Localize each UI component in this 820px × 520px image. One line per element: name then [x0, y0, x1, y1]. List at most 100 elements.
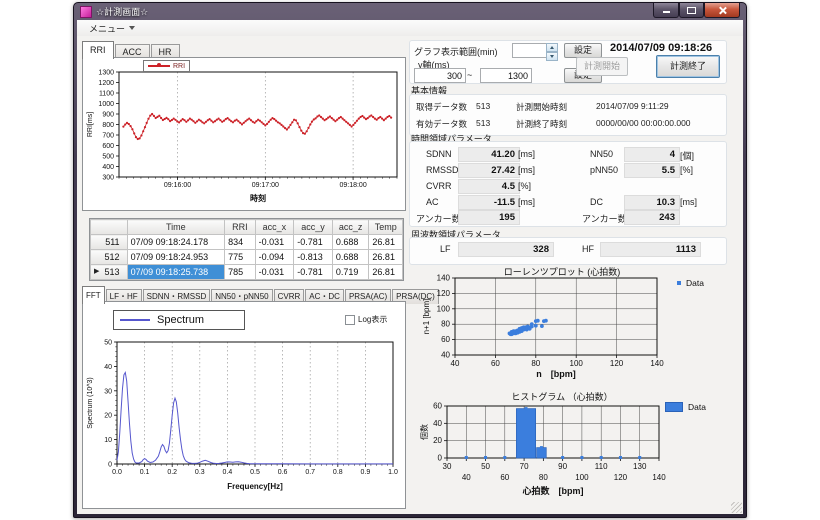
cell-acc_z[interactable]: 0.688 — [332, 235, 369, 250]
titlebar[interactable]: ☆計測画面☆ — [74, 3, 746, 20]
svg-text:09:16:00: 09:16:00 — [164, 182, 191, 189]
spectrum-chart-panel: Spectrum Log表示 010203040500.00.10.20.30.… — [82, 301, 406, 509]
row-number: 513 — [105, 267, 120, 277]
cell-rri[interactable]: 785 — [225, 265, 255, 280]
cell-acc_x[interactable]: -0.031 — [255, 265, 294, 280]
table-row[interactable]: 51107/09 09:18:24.178834-0.031-0.7810.68… — [91, 235, 403, 250]
svg-text:500: 500 — [102, 154, 114, 161]
column-header-temp[interactable]: Temp — [369, 220, 403, 235]
param-field: 41.20 — [458, 147, 520, 162]
param-label-AC: AC — [426, 197, 439, 207]
cell-acc_z[interactable]: 0.688 — [332, 250, 369, 265]
svg-text:30: 30 — [104, 388, 112, 395]
lorenz-legend: Data — [677, 278, 704, 288]
client-area: RRIACCHR RRI 300400500600700800900100011… — [77, 36, 743, 514]
window-title: ☆計測画面☆ — [96, 5, 148, 18]
svg-text:0.6: 0.6 — [278, 469, 288, 476]
cell-acc_y[interactable]: -0.781 — [294, 235, 333, 250]
graph-range-input[interactable] — [512, 43, 550, 58]
table-row[interactable]: 51207/09 09:18:24.953775-0.094-0.8130.68… — [91, 250, 403, 265]
cell-rri[interactable]: 834 — [225, 235, 255, 250]
svg-text:50: 50 — [104, 340, 112, 347]
row-header[interactable]: 512 — [91, 250, 128, 265]
svg-text:80: 80 — [441, 320, 450, 329]
row-header[interactable]: ▶513 — [91, 265, 128, 280]
column-header-rri[interactable]: RRI — [225, 220, 255, 235]
cell-acc_x[interactable]: -0.031 — [255, 235, 294, 250]
start-measure-button[interactable]: 計測開始 — [576, 57, 628, 76]
cell-acc_y[interactable]: -0.781 — [294, 265, 333, 280]
cell-acc_x[interactable]: -0.094 — [255, 250, 294, 265]
svg-text:0.3: 0.3 — [195, 469, 205, 476]
svg-text:60: 60 — [433, 402, 442, 411]
checkbox-icon — [345, 315, 355, 325]
param-label-DC: DC — [590, 197, 603, 207]
cell-temp[interactable]: 26.81 — [369, 250, 403, 265]
spinner-down-icon[interactable] — [546, 52, 558, 61]
param-label-NN50: NN50 — [590, 149, 613, 159]
info-value: 0000/00/00 00:00:00.000 — [596, 118, 691, 128]
rri-line-chart: 300400500600700800900100011001200130009:… — [83, 58, 405, 215]
resize-grip[interactable] — [731, 502, 742, 513]
histogram-legend-marker-icon — [665, 402, 683, 412]
cell-time[interactable]: 07/09 09:18:25.738 — [127, 265, 225, 280]
param-field: 27.42 — [458, 163, 520, 178]
svg-text:110: 110 — [595, 462, 608, 471]
svg-text:800: 800 — [102, 122, 114, 129]
log-display-label: Log表示 — [358, 314, 387, 325]
rri-legend-line-icon — [148, 65, 170, 67]
column-header-acc_y[interactable]: acc_y — [294, 220, 333, 235]
svg-text:300: 300 — [102, 175, 114, 182]
cell-acc_y[interactable]: -0.813 — [294, 250, 333, 265]
svg-text:100: 100 — [437, 304, 451, 313]
svg-text:Spectrum (10^3): Spectrum (10^3) — [87, 377, 94, 429]
table-row[interactable]: ▶51307/09 09:18:25.738785-0.031-0.7810.7… — [91, 265, 403, 280]
param-unit: [個] — [680, 149, 694, 162]
cell-temp[interactable]: 26.81 — [369, 235, 403, 250]
column-header-acc_z[interactable]: acc_z — [332, 220, 369, 235]
log-display-checkbox[interactable]: Log表示 — [345, 314, 387, 325]
column-header-time[interactable]: Time — [127, 220, 225, 235]
cell-time[interactable]: 07/09 09:18:24.178 — [127, 235, 225, 250]
param-label-CVRR: CVRR — [426, 181, 452, 191]
close-icon — [718, 6, 726, 14]
tab-fft[interactable]: FFT — [82, 286, 105, 304]
column-header-acc_x[interactable]: acc_x — [255, 220, 294, 235]
lorenz-legend-marker-icon — [677, 281, 681, 285]
svg-text:0.2: 0.2 — [167, 469, 177, 476]
param-unit: [ms] — [680, 197, 697, 207]
graph-range-label: グラフ表示範囲(min) — [414, 45, 498, 58]
cell-temp[interactable]: 26.81 — [369, 265, 403, 280]
menu-button[interactable]: メニュー — [83, 21, 141, 35]
param-label-アンカー数: アンカー数 — [416, 212, 461, 225]
info-label: 計測開始時刻 — [516, 101, 567, 113]
svg-text:09:17:00: 09:17:00 — [252, 182, 279, 189]
param-unit: [%] — [518, 181, 531, 191]
cell-acc_z[interactable]: 0.719 — [332, 265, 369, 280]
ymin-input[interactable] — [414, 68, 466, 83]
svg-text:0.5: 0.5 — [250, 469, 260, 476]
svg-text:1000: 1000 — [98, 101, 114, 108]
svg-text:70: 70 — [520, 462, 529, 471]
minimize-button[interactable] — [653, 3, 679, 18]
svg-text:120: 120 — [610, 359, 624, 368]
tab-rri[interactable]: RRI — [82, 41, 114, 59]
maximize-button[interactable] — [679, 3, 704, 18]
ymax-input[interactable] — [480, 68, 532, 83]
param-label-RMSSD: RMSSD — [426, 165, 459, 175]
info-value: 513 — [476, 118, 490, 128]
stop-measure-button[interactable]: 計測終了 — [656, 55, 720, 78]
basic-info-group: 取得データ数513計測開始時刻2014/07/09 9:11:29有効データ数5… — [409, 94, 727, 136]
row-header[interactable]: 511 — [91, 235, 128, 250]
close-button[interactable] — [704, 3, 740, 18]
graph-settings-group: グラフ表示範囲(min) 設定 2014/07/09 09:18:26 y軸(m… — [409, 40, 727, 84]
rri-chart-panel: RRI 300400500600700800900100011001200130… — [82, 57, 406, 211]
svg-text:100: 100 — [575, 473, 589, 482]
cell-time[interactable]: 07/09 09:18:24.953 — [127, 250, 225, 265]
svg-text:20: 20 — [433, 436, 442, 445]
spinner-up-icon[interactable] — [546, 43, 558, 52]
svg-text:140: 140 — [650, 359, 664, 368]
cell-rri[interactable]: 775 — [225, 250, 255, 265]
set-range-button[interactable]: 設定 — [564, 43, 602, 58]
app-icon — [80, 6, 92, 18]
